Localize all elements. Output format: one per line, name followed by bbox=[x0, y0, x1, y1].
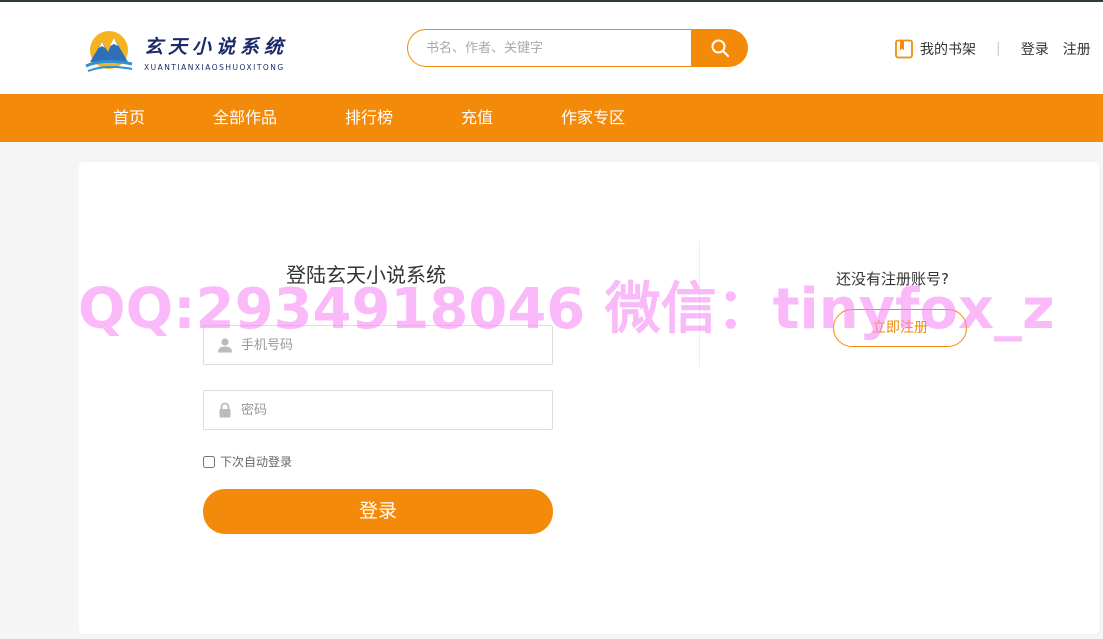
remember-me-checkbox[interactable] bbox=[203, 455, 215, 468]
remember-me-label: 下次自动登录 bbox=[220, 455, 293, 469]
no-account-prompt: 还没有注册账号? bbox=[836, 270, 949, 288]
search-bar bbox=[407, 29, 748, 67]
nav-item-author-zone[interactable]: 作家专区 bbox=[561, 94, 625, 142]
remember-me[interactable]: 下次自动登录 bbox=[203, 453, 292, 470]
bookshelf-label: 我的书架 bbox=[920, 42, 976, 58]
phone-input[interactable] bbox=[241, 337, 531, 353]
header: 玄天小说系统 XUANTIANXIAOSHUOXITONG 我的书架 | 登录 … bbox=[0, 2, 1103, 94]
password-input[interactable] bbox=[241, 402, 531, 418]
top-links: 我的书架 | 登录 注册 bbox=[894, 38, 1091, 60]
nav-item-ranking[interactable]: 排行榜 bbox=[345, 94, 393, 142]
login-title: 登陆玄天小说系统 bbox=[286, 263, 446, 287]
password-field bbox=[203, 390, 553, 430]
search-icon bbox=[711, 39, 729, 58]
top-link-separator: | bbox=[996, 41, 1001, 57]
logo-name-en: XUANTIANXIAOSHUOXITONG bbox=[144, 63, 285, 72]
header-register-link[interactable]: 注册 bbox=[1063, 39, 1091, 59]
book-icon bbox=[895, 39, 913, 59]
nav-item-all-works[interactable]: 全部作品 bbox=[213, 94, 277, 142]
header-login-link[interactable]: 登录 bbox=[1021, 39, 1049, 59]
vertical-divider bbox=[699, 241, 700, 367]
logo-name-cn: 玄天小说系统 bbox=[144, 36, 289, 58]
site-logo[interactable]: 玄天小说系统 XUANTIANXIAOSHUOXITONG bbox=[84, 26, 304, 78]
search-input[interactable] bbox=[407, 29, 691, 67]
login-button[interactable]: 登录 bbox=[203, 489, 553, 534]
bookshelf-link[interactable]: 我的书架 bbox=[894, 39, 976, 59]
nav-item-home[interactable]: 首页 bbox=[113, 94, 145, 142]
logo-mountain-icon bbox=[85, 31, 133, 72]
logo-text: 玄天小说系统 XUANTIANXIAOSHUOXITONG bbox=[144, 32, 288, 72]
user-icon bbox=[218, 338, 232, 353]
phone-field bbox=[203, 325, 553, 365]
main-nav: 首页 全部作品 排行榜 充值 作家专区 bbox=[0, 94, 1103, 142]
search-button[interactable] bbox=[691, 29, 748, 67]
nav-item-recharge[interactable]: 充值 bbox=[461, 94, 493, 142]
register-now-button[interactable]: 立即注册 bbox=[833, 309, 967, 347]
lock-icon bbox=[219, 402, 231, 418]
